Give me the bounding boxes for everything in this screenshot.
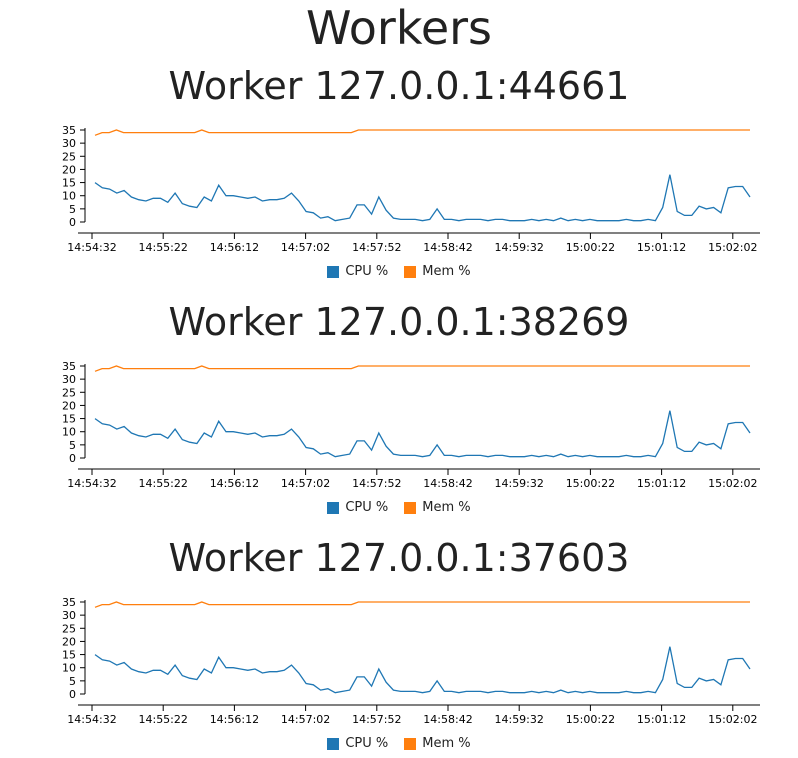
legend-item-cpu[interactable]: CPU % — [327, 500, 388, 515]
y-tick-label: 25 — [62, 150, 76, 163]
mem-line — [94, 601, 750, 608]
y-tick-label: 10 — [62, 426, 76, 439]
x-tick-label: 14:55:22 — [138, 241, 187, 254]
y-tick-label: 35 — [62, 360, 76, 373]
x-tick-label: 15:00:22 — [566, 477, 615, 490]
y-tick-label: 35 — [62, 124, 76, 137]
y-tick-label: 30 — [62, 137, 76, 150]
y-tick-label: 10 — [62, 190, 76, 203]
axes: 05101520253035 14:54:32 14:55:22 14:56:12 14… — [62, 596, 760, 726]
legend-item-cpu[interactable]: CPU % — [327, 264, 388, 279]
x-tick-label: 14:57:52 — [352, 241, 401, 254]
worker-title: Worker 127.0.0.1:38269 — [168, 300, 630, 344]
x-tick-label: 14:55:22 — [138, 477, 187, 490]
worker-title: Worker 127.0.0.1:37603 — [168, 536, 630, 580]
x-tick-label: 15:01:12 — [637, 241, 686, 254]
legend-label-cpu: CPU % — [345, 500, 389, 515]
y-tick-label: 15 — [62, 413, 76, 426]
legend-swatch-cpu — [327, 501, 340, 514]
x-tick-label: 14:57:52 — [352, 713, 401, 726]
y-tick-label: 15 — [62, 649, 76, 662]
axes: 05101520253035 14:54:32 14:55:22 14:56:12 14… — [62, 124, 760, 254]
y-tick-label: 5 — [69, 439, 76, 452]
legend-label-mem: Mem % — [422, 264, 471, 279]
mem-line — [94, 129, 750, 136]
legend-label-cpu: CPU % — [345, 264, 389, 279]
cpu-line — [94, 174, 751, 222]
x-tick-label: 14:59:32 — [494, 713, 543, 726]
x-tick-label: 14:59:32 — [494, 477, 543, 490]
legend-swatch-mem — [404, 737, 417, 750]
legend-label-mem: Mem % — [422, 736, 471, 751]
cpu-line — [94, 646, 751, 694]
chart-legend: CPU % Mem % — [0, 500, 798, 515]
x-tick-label: 14:54:32 — [67, 241, 116, 254]
x-tick-label: 14:57:02 — [281, 241, 330, 254]
legend-item-mem[interactable]: Mem % — [404, 500, 471, 515]
chart-legend: CPU % Mem % — [0, 736, 798, 751]
y-tick-label: 15 — [62, 177, 76, 190]
worker-title: Worker 127.0.0.1:44661 — [168, 64, 630, 108]
y-tick-label: 20 — [62, 163, 76, 176]
x-tick-label: 15:02:02 — [708, 477, 757, 490]
y-tick-label: 20 — [62, 399, 76, 412]
y-tick-label: 25 — [62, 386, 76, 399]
worker-chart: 05101520253035 14:54:32 14:55:22 14:56:12 14… — [62, 360, 760, 490]
x-tick-label: 15:00:22 — [566, 241, 615, 254]
x-tick-label: 14:59:32 — [494, 241, 543, 254]
legend-label-mem: Mem % — [422, 500, 471, 515]
x-tick-label: 14:55:22 — [138, 713, 187, 726]
x-tick-label: 14:54:32 — [67, 477, 116, 490]
page-title: Workers — [305, 1, 493, 55]
chart-legend: CPU % Mem % — [0, 264, 798, 279]
legend-swatch-mem — [404, 265, 417, 278]
legend-swatch-cpu — [327, 737, 340, 750]
x-tick-label: 14:56:12 — [210, 477, 259, 490]
legend-swatch-cpu — [327, 265, 340, 278]
y-tick-label: 25 — [62, 622, 76, 635]
worker-chart: 05101520253035 14:54:32 14:55:22 14:56:12 14… — [62, 596, 760, 726]
legend-item-mem[interactable]: Mem % — [404, 736, 471, 751]
x-tick-label: 14:56:12 — [210, 713, 259, 726]
y-tick-label: 20 — [62, 635, 76, 648]
y-tick-label: 30 — [62, 373, 76, 386]
y-tick-label: 5 — [69, 675, 76, 688]
legend-item-mem[interactable]: Mem % — [404, 264, 471, 279]
y-tick-label: 30 — [62, 609, 76, 622]
legend-item-cpu[interactable]: CPU % — [327, 736, 388, 751]
x-tick-label: 14:56:12 — [210, 241, 259, 254]
y-tick-label: 0 — [69, 688, 76, 701]
cpu-line — [94, 410, 751, 458]
y-tick-label: 35 — [62, 596, 76, 609]
x-tick-label: 15:01:12 — [637, 477, 686, 490]
x-tick-label: 14:58:42 — [423, 241, 472, 254]
axes: 05101520253035 14:54:32 14:55:22 14:56:12 14… — [62, 360, 760, 490]
legend-swatch-mem — [404, 501, 417, 514]
x-tick-label: 15:01:12 — [637, 713, 686, 726]
y-tick-label: 5 — [69, 203, 76, 216]
x-tick-label: 15:02:02 — [708, 241, 757, 254]
x-tick-label: 15:02:02 — [708, 713, 757, 726]
worker-chart: 05101520253035 14:54:32 14:55:22 14:56:12 14… — [62, 124, 760, 254]
mem-line — [94, 365, 750, 372]
y-tick-label: 10 — [62, 662, 76, 675]
x-tick-label: 14:57:02 — [281, 477, 330, 490]
y-tick-label: 0 — [69, 452, 76, 465]
legend-label-cpu: CPU % — [345, 736, 389, 751]
x-tick-label: 15:00:22 — [566, 713, 615, 726]
x-tick-label: 14:58:42 — [423, 713, 472, 726]
x-tick-label: 14:58:42 — [423, 477, 472, 490]
x-tick-label: 14:54:32 — [67, 713, 116, 726]
x-tick-label: 14:57:02 — [281, 713, 330, 726]
y-tick-label: 0 — [69, 216, 76, 229]
x-tick-label: 14:57:52 — [352, 477, 401, 490]
